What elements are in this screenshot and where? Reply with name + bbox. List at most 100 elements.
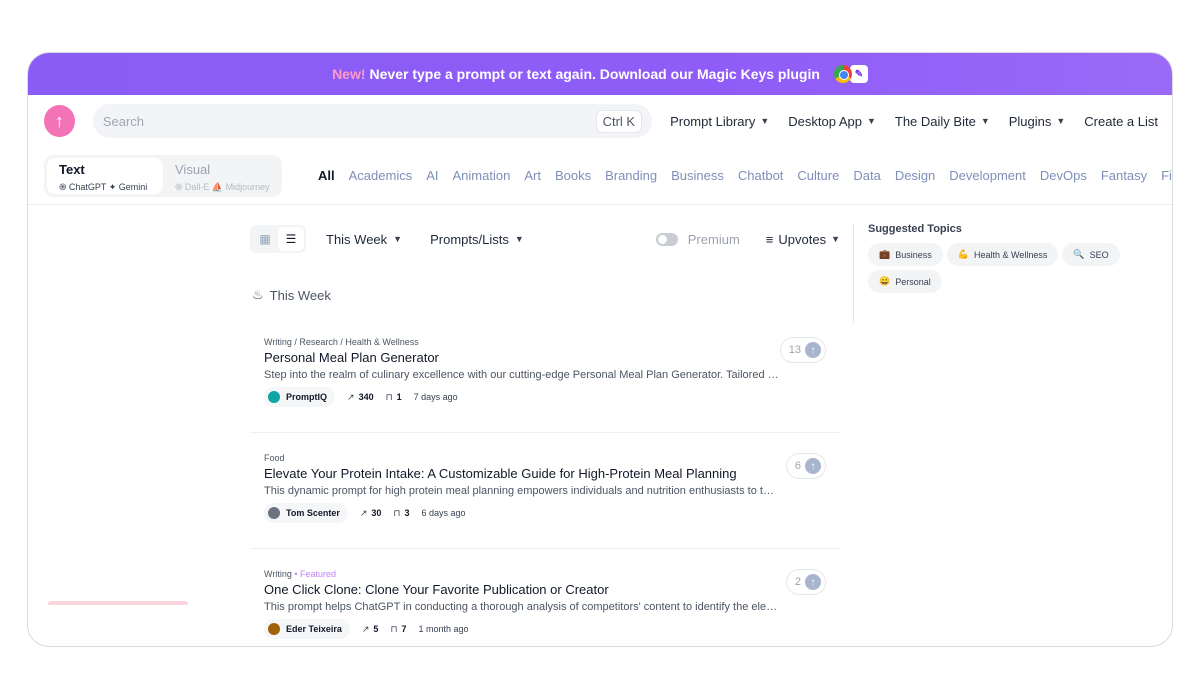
period-dropdown[interactable]: This Week ▼	[326, 232, 402, 247]
chrome-icon	[833, 65, 852, 83]
category-tab[interactable]: Data	[853, 168, 880, 183]
category-tab[interactable]: Development	[949, 168, 1026, 183]
author-chip[interactable]: Tom Scenter	[264, 503, 348, 523]
app-frame: New! Never type a prompt or text again. …	[27, 52, 1173, 647]
mode-visual[interactable]: Visual ֍ Dall-E ⛵ Midjourney	[163, 158, 279, 194]
chevron-down-icon: ▼	[980, 116, 990, 126]
card-description: This dynamic prompt for high protein mea…	[264, 485, 779, 497]
mode-subtitle: ֍ Dall-E ⛵ Midjourney	[175, 181, 270, 192]
nav-label: Plugins	[1008, 113, 1052, 129]
mode-toggle: Text ֍ ChatGPT ✦ Gemini Visual ֍ Dall-E …	[44, 154, 282, 197]
sort-label: Upvotes	[778, 231, 827, 247]
mode-subtitle: ֍ ChatGPT ✦ Gemini	[59, 181, 148, 192]
category-tab[interactable]: All	[318, 168, 335, 183]
chevron-down-icon: ▼	[514, 234, 524, 244]
search-bar[interactable]: Ctrl K	[92, 104, 653, 138]
category-tab[interactable]: Art	[524, 168, 541, 183]
card-description: Step into the realm of culinary excellen…	[264, 369, 779, 381]
category-tab[interactable]: Financia	[1161, 168, 1172, 183]
category-tab[interactable]: DevOps	[1040, 168, 1087, 183]
type-dropdown[interactable]: Prompts/Lists ▼	[430, 232, 524, 247]
card-category: Food	[264, 453, 285, 463]
prompt-card[interactable]: Food Elevate Your Protein Intake: A Cust…	[250, 441, 840, 549]
upvote-button[interactable]: 13 ↑	[779, 337, 826, 363]
sort-dropdown[interactable]: ≡ Upvotes ▼	[766, 232, 840, 247]
type-label: Prompts/Lists	[430, 231, 509, 247]
category-tab[interactable]: Fantasy	[1101, 168, 1147, 183]
author-chip[interactable]: Eder Teixeira	[264, 619, 350, 639]
list-view-icon[interactable]: ☰	[278, 227, 304, 251]
category-tab[interactable]: Academics	[349, 168, 413, 183]
upvote-button[interactable]: 2 ↑	[785, 569, 826, 595]
category-tab[interactable]: AI	[426, 168, 438, 183]
nav-label: Create a List	[1084, 113, 1158, 129]
nav-plugins[interactable]: Plugins ▼	[1009, 114, 1066, 129]
category-tab[interactable]: Chatbot	[738, 168, 784, 183]
card-meta: PromptIQ ↗ 340 ⊓ 1 7 days ago	[264, 387, 826, 407]
avatar	[268, 507, 280, 519]
vote-count: 6	[794, 460, 801, 472]
card-breadcrumb: Writing / Research / Health & Wellness	[264, 337, 826, 347]
mode-text[interactable]: Text ֍ ChatGPT ✦ Gemini	[47, 157, 163, 194]
category-tab[interactable]: Culture	[797, 168, 839, 183]
prompt-card[interactable]: Writing / Research / Health & Wellness P…	[250, 325, 840, 433]
top-header: ↑ Ctrl K Prompt Library ▼ Desktop App ▼ …	[28, 95, 1172, 147]
views-count: 30	[371, 508, 382, 518]
topic-chip[interactable]: 💼 Business	[868, 243, 943, 266]
feed-toolbar: ▦ ☰ This Week ▼ Prompts/Lists ▼ Premium …	[250, 225, 840, 253]
views-count: 5	[373, 624, 379, 634]
card-meta: Eder Teixeira ↗ 5 ⊓ 7 1 month ago	[264, 619, 826, 639]
premium-toggle[interactable]	[655, 232, 678, 246]
card-description: This prompt helps ChatGPT in conducting …	[264, 601, 779, 613]
nav-create-list[interactable]: Create a List	[1084, 114, 1158, 129]
topic-chip[interactable]: 😀 Personal	[868, 270, 942, 293]
category-tab[interactable]: Branding	[605, 168, 657, 183]
section-title-text: This Week	[269, 287, 331, 303]
category-tabs: All Academics AI Animation Art Books Bra…	[318, 168, 1172, 183]
period-label: This Week	[326, 231, 388, 247]
nav-desktop-app[interactable]: Desktop App ▼	[788, 114, 876, 129]
mode-title: Visual	[175, 161, 211, 177]
topic-chip[interactable]: 🔍 SEO	[1062, 243, 1120, 266]
card-title[interactable]: Personal Meal Plan Generator	[264, 350, 826, 365]
category-tab[interactable]: Books	[555, 168, 591, 183]
upvote-button[interactable]: 6 ↑	[785, 453, 826, 479]
author-name: PromptIQ	[286, 392, 328, 402]
chevron-down-icon: ▼	[393, 234, 403, 244]
avatar	[268, 391, 280, 403]
nav-label: Prompt Library	[670, 113, 756, 129]
sort-icon: ≡	[765, 231, 774, 247]
category-tab[interactable]: Animation	[453, 168, 511, 183]
author-chip[interactable]: PromptIQ	[264, 387, 336, 407]
search-input[interactable]	[102, 113, 596, 129]
nav-prompt-library[interactable]: Prompt Library ▼	[670, 114, 769, 129]
prompt-card[interactable]: Writing • Featured One Click Clone: Clon…	[250, 557, 840, 646]
magnifier-icon: 🔍	[1073, 249, 1085, 259]
banner-new-label: New!	[332, 66, 366, 82]
card-title[interactable]: Elevate Your Protein Intake: A Customiza…	[264, 466, 826, 481]
promo-banner[interactable]: New! Never type a prompt or text again. …	[28, 53, 1172, 95]
saves-count: 1	[396, 392, 402, 402]
topic-chip[interactable]: 💪 Health & Wellness	[946, 243, 1059, 266]
arrow-up-icon: ↑	[805, 458, 821, 474]
nav-daily-bite[interactable]: The Daily Bite ▼	[895, 114, 990, 129]
category-row: Text ֍ ChatGPT ✦ Gemini Visual ֍ Dall-E …	[28, 147, 1172, 205]
bookmark-icon: ⊓	[390, 623, 398, 634]
main-nav: Prompt Library ▼ Desktop App ▼ The Daily…	[670, 114, 1158, 129]
search-shortcut: Ctrl K	[595, 109, 643, 133]
card-breadcrumb: Writing • Featured	[264, 569, 826, 579]
logo-icon[interactable]: ↑	[44, 105, 75, 137]
grid-view-icon[interactable]: ▦	[252, 227, 278, 251]
category-tab[interactable]: Design	[895, 168, 935, 183]
topic-label: Business	[895, 249, 932, 260]
views-stat: ↗ 340	[347, 392, 374, 403]
chevron-down-icon: ▼	[760, 116, 770, 126]
smiley-icon: 😀	[879, 276, 891, 286]
nav-label: Desktop App	[788, 113, 862, 129]
nav-label: The Daily Bite	[894, 113, 976, 129]
category-tab[interactable]: Business	[671, 168, 724, 183]
arrow-up-icon: ↑	[805, 342, 821, 358]
views-count: 340	[358, 392, 374, 402]
card-title[interactable]: One Click Clone: Clone Your Favorite Pub…	[264, 582, 826, 597]
arrow-up-icon: ↑	[805, 574, 821, 590]
